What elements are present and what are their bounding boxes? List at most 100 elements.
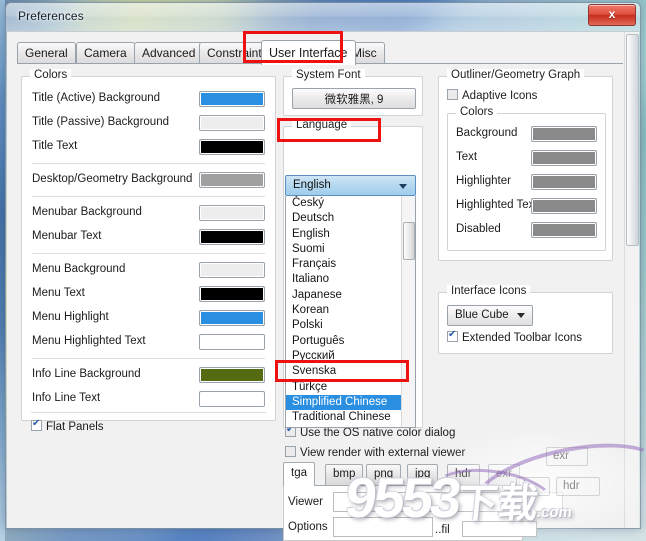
tab-camera[interactable]: Camera (76, 42, 135, 63)
divider (32, 163, 265, 164)
label-title-active-background: Title (Active) Background (32, 92, 161, 104)
scrollbar-thumb[interactable] (403, 222, 415, 260)
swatch-outliner-text[interactable] (531, 150, 597, 166)
viewer-label: Viewer (288, 496, 323, 508)
language-option-simplified-chinese[interactable]: Simplified Chinese (286, 394, 415, 411)
swatch-menu-highlight[interactable] (199, 310, 265, 326)
row-menu-highlight: Menu Highlight (32, 310, 265, 328)
divider (32, 358, 265, 359)
language-option-francais[interactable]: Français (286, 257, 415, 272)
checkbox-adaptive-icons-label: Adaptive Icons (462, 90, 538, 102)
language-option-turkce[interactable]: Türkçe (286, 380, 415, 395)
format-tab-png[interactable]: png (366, 464, 402, 485)
checkbox-flat-panels-label: Flat Panels (46, 421, 104, 433)
format-tab-jpg[interactable]: jpg (407, 464, 439, 485)
label-menubar-text: Menubar Text (32, 230, 102, 242)
interface-icons-combo[interactable]: Blue Cube (447, 305, 533, 326)
format-tab-exr[interactable]: exr (488, 464, 520, 485)
checkbox-flat-panels[interactable]: Flat Panels (31, 418, 104, 433)
language-option-russian[interactable]: Русский (286, 349, 415, 364)
language-combo[interactable]: English (285, 175, 416, 196)
language-option-polski[interactable]: Polski (286, 318, 415, 333)
label-menu-highlighted-text: Menu Highlighted Text (32, 335, 146, 347)
options-input[interactable] (333, 517, 433, 537)
checkbox-adaptive-icons[interactable]: Adaptive Icons (447, 89, 537, 102)
system-font-button[interactable]: 微软雅黑, 9 (292, 88, 416, 109)
dialog-scrollbar[interactable] (624, 32, 639, 528)
label-menubar-background: Menubar Background (32, 206, 142, 218)
language-option-suomi[interactable]: Suomi (286, 242, 415, 257)
swatch-outliner-highlighter[interactable] (531, 174, 597, 190)
checkbox-extended-toolbar-icons[interactable]: Extended Toolbar Icons (447, 329, 582, 344)
checkbox-icon (447, 329, 458, 342)
language-option-italiano[interactable]: Italiano (286, 272, 415, 287)
options-label: Options (288, 521, 328, 533)
swatch-outliner-background[interactable] (531, 126, 597, 142)
row-title-passive-background: Title (Passive) Background (32, 115, 265, 133)
label-outliner-highlighted-text: Highlighted Text (456, 199, 538, 211)
language-option-cesky[interactable]: Český (286, 196, 415, 211)
chevron-down-icon (399, 184, 407, 189)
colors-group-legend: Colors (30, 69, 72, 81)
language-option-svenska[interactable]: Svenska (286, 364, 415, 379)
row-desktop-geometry-background: Desktop/Geometry Background (32, 172, 265, 190)
tab-general[interactable]: General (17, 42, 76, 63)
label-outliner-disabled: Disabled (456, 223, 501, 235)
swatch-title-text[interactable] (199, 139, 265, 155)
checkbox-view-render-external-viewer[interactable]: View render with external viewer (285, 446, 465, 459)
outliner-colors-group: Colors Background Text Highlighter Highl… (447, 106, 606, 251)
swatch-desktop-geometry-background[interactable] (199, 172, 265, 188)
row-menu-text: Menu Text (32, 286, 265, 304)
close-icon: x (608, 7, 616, 21)
row-menu-highlighted-text: Menu Highlighted Text (32, 334, 265, 352)
row-outliner-disabled: Disabled (456, 222, 597, 240)
swatch-title-active-background[interactable] (199, 91, 265, 107)
row-menu-background: Menu Background (32, 262, 265, 280)
language-option-deutsch[interactable]: Deutsch (286, 211, 415, 226)
language-option-portugues[interactable]: Português (286, 334, 415, 349)
swatch-info-line-text[interactable] (199, 391, 265, 407)
row-outliner-background: Background (456, 126, 597, 144)
swatch-menu-background[interactable] (199, 262, 265, 278)
format-tab-hdr[interactable]: hdr (447, 464, 480, 485)
system-font-legend: System Font (292, 69, 365, 81)
title-bar[interactable]: Preferences x (6, 3, 640, 31)
swatch-title-passive-background[interactable] (199, 115, 265, 131)
system-font-group: System Font 微软雅黑, 9 (283, 69, 423, 116)
scrollbar-thumb[interactable] (626, 34, 639, 246)
swatch-menu-text[interactable] (199, 286, 265, 302)
tab-user-interface[interactable]: User Interface (261, 40, 356, 65)
language-list-scrollbar[interactable] (401, 196, 415, 427)
swatch-menu-highlighted-text[interactable] (199, 334, 265, 350)
swatch-menubar-background[interactable] (199, 205, 265, 221)
format-tab-bmp[interactable]: bmp (325, 464, 364, 485)
interface-icons-combo-value: Blue Cube (455, 309, 509, 321)
tab-advanced[interactable]: Advanced (134, 42, 204, 63)
swatch-outliner-disabled[interactable] (531, 222, 597, 238)
language-option-korean[interactable]: Korean (286, 303, 415, 318)
label-outliner-text: Text (456, 151, 478, 163)
label-menu-text: Menu Text (32, 287, 85, 299)
outliner-geometry-graph-group: Outliner/Geometry Graph Adaptive Icons C… (438, 69, 613, 261)
label-title-text: Title Text (32, 140, 78, 152)
row-title-text: Title Text (32, 139, 265, 157)
language-option-japanese[interactable]: Japanese (286, 288, 415, 303)
swatch-menubar-text[interactable] (199, 229, 265, 245)
language-option-english[interactable]: English (286, 227, 415, 242)
outliner-group-legend: Outliner/Geometry Graph (447, 69, 585, 81)
swatch-info-line-background[interactable] (199, 367, 265, 383)
viewer-input[interactable] (333, 492, 563, 512)
language-option-traditional-chinese[interactable]: Traditional Chinese (286, 410, 415, 425)
language-dropdown-list[interactable]: Český Deutsch English Suomi Français Ita… (285, 196, 416, 428)
divider (32, 253, 265, 254)
options-secondary-input[interactable] (462, 521, 537, 537)
row-outliner-text: Text (456, 150, 597, 168)
row-menubar-text: Menubar Text (32, 229, 265, 247)
close-button[interactable]: x (588, 4, 636, 26)
label-menu-background: Menu Background (32, 263, 126, 275)
swatch-outliner-highlighted-text[interactable] (531, 198, 597, 214)
label-title-passive-background: Title (Passive) Background (32, 116, 169, 128)
colors-group: Colors Title (Active) Background Title (… (21, 69, 276, 421)
row-outliner-highlighter: Highlighter (456, 174, 597, 192)
format-tab-tga[interactable]: tga (283, 462, 315, 486)
